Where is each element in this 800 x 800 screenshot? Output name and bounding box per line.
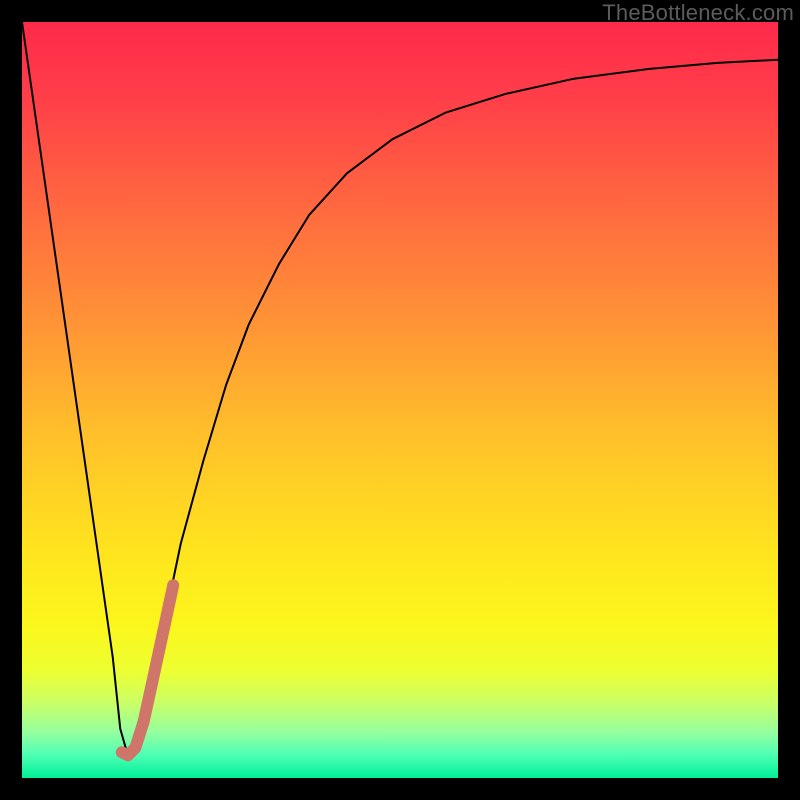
chart-lines [22, 22, 778, 778]
chart-frame: TheBottleneck.com [0, 0, 800, 800]
plot-area [22, 22, 778, 778]
watermark-text: TheBottleneck.com [602, 0, 794, 26]
accent-segment [122, 585, 173, 755]
bottleneck-curve [22, 22, 778, 755]
